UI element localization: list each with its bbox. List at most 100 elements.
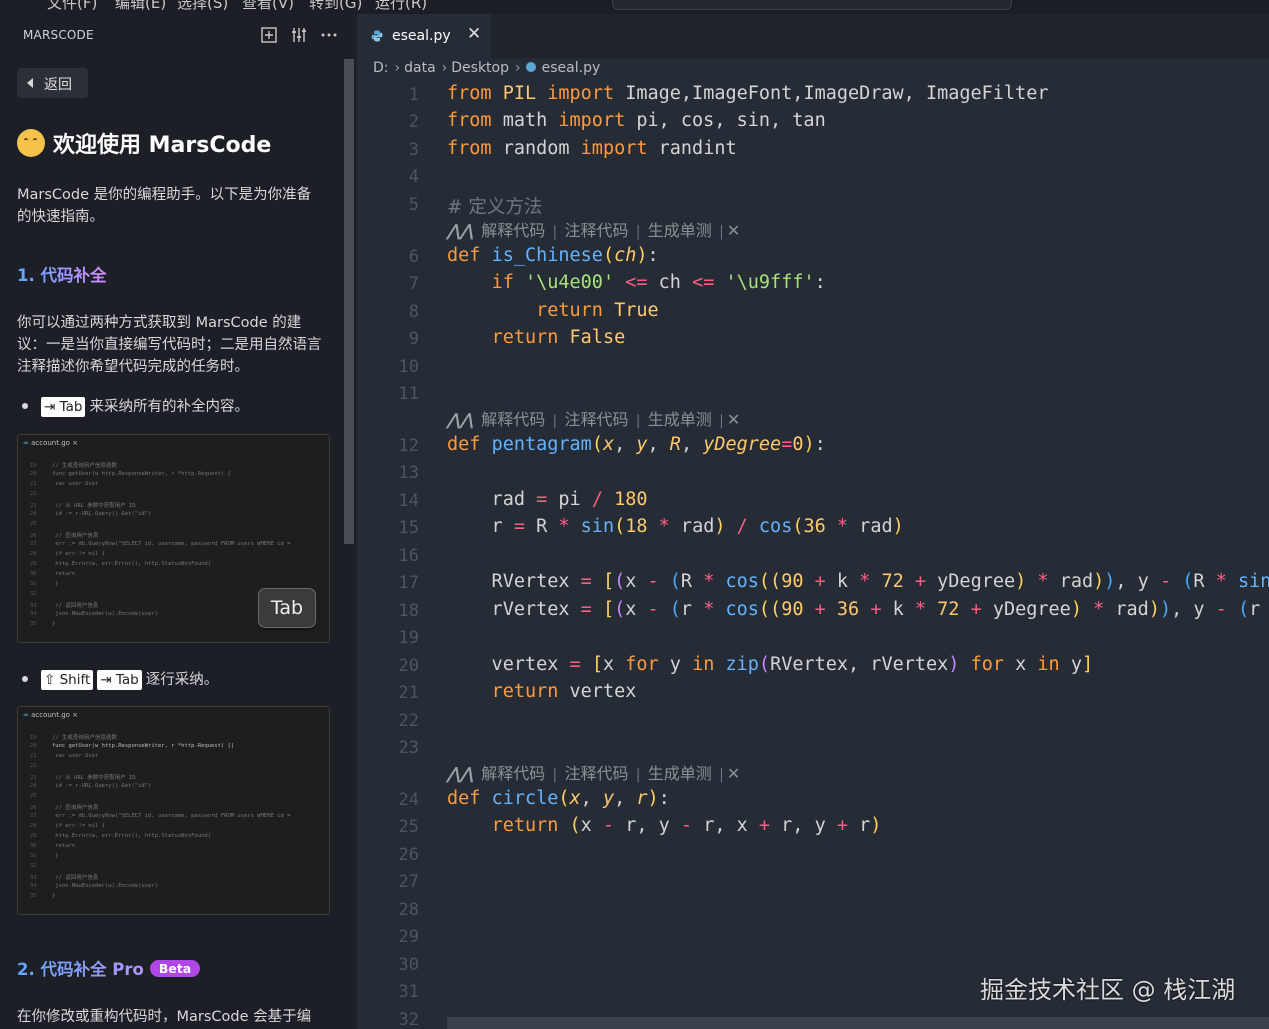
code-line: rVertex = [(x - (r * cos((90 + 36 + k * … (447, 599, 1261, 620)
menu-go[interactable]: 转到(G) (309, 0, 362, 13)
breadcrumb: D: › data › Desktop › eseal.py (373, 60, 602, 80)
line-number: 16 (398, 546, 419, 566)
line-number: 9 (408, 329, 419, 349)
command-center[interactable] (612, 0, 1012, 10)
sidebar-scrollbar-thumb[interactable] (344, 59, 354, 544)
menu-select[interactable]: 选择(S) (177, 0, 228, 13)
menu-file[interactable]: 文件(F) (47, 0, 97, 13)
python-file-icon (371, 30, 383, 42)
code-area[interactable]: 1 2 3 4 5 6 7 8 9 10 11 12 13 14 15 16 1… (357, 80, 1269, 1029)
chevron-right-icon: › (441, 60, 448, 76)
close-icon[interactable]: ✕ (727, 766, 740, 783)
line-number: 11 (398, 384, 419, 404)
sidebar-title: MARSCODE (23, 28, 94, 42)
code-line: vertex = [x for y in zip(RVertex, rVerte… (447, 654, 1094, 675)
line-number: 27 (398, 872, 419, 892)
codelens-explain[interactable]: 解释代码 (481, 766, 545, 783)
codelens-test[interactable]: 生成单测 (648, 412, 712, 429)
chevron-right-icon: › (394, 60, 401, 76)
tip-accept-all-text: 来采纳所有的补全内容。 (89, 399, 249, 415)
close-icon[interactable]: ✕ (467, 24, 481, 44)
codelens-comment[interactable]: 注释代码 (564, 412, 628, 429)
marscode-logo-icon: ⋀⋀ (447, 766, 474, 783)
hugging-face-emoji-icon (17, 129, 45, 157)
code-line: rad = pi / 180 (447, 489, 648, 510)
codelens-comment[interactable]: 注释代码 (564, 766, 628, 783)
line-number: 19 (398, 628, 419, 648)
go-file-icon: ∞ (23, 439, 29, 447)
line-number: 4 (408, 167, 419, 187)
breadcrumb-folder-data[interactable]: data (404, 60, 436, 76)
breadcrumb-drive[interactable]: D: (373, 60, 389, 76)
tab-eseal-py[interactable]: eseal.py ✕ (357, 14, 491, 58)
line-number: 21 (398, 683, 419, 703)
line-number: 20 (398, 656, 419, 676)
go-file-icon: ∞ (23, 711, 29, 719)
tip-accept-all: ⇥ Tab 来采纳所有的补全内容。 (41, 395, 249, 417)
tip-accept-line: ⇧ Shift ⇥ Tab 逐行采纳。 (41, 668, 218, 690)
shift-key: ⇧ Shift (41, 670, 94, 690)
code-line: # 定义方法 (447, 197, 543, 218)
code-line: from random import randint (447, 138, 737, 159)
code-line: RVertex = [(x - (R * cos((90 + k * 72 + … (447, 571, 1269, 592)
close-icon[interactable]: ✕ (727, 412, 740, 429)
codelens: ⋀⋀ 解释代码 | 注释代码 | 生成单测 | ✕ (447, 412, 741, 429)
section-code-completion-text: 你可以通过两种方式获取到 MarsCode 的建议：一是当你直接编写代码时；二是… (17, 315, 322, 375)
line-number: 6 (408, 247, 419, 267)
menu-run[interactable]: 运行(R) (375, 0, 427, 13)
horizontal-scrollbar[interactable] (447, 1017, 1269, 1029)
preview-image-accept-all: ∞ account.go × 19// 生成查询用户信息函数 20 func ge… (17, 434, 330, 643)
code-line: from math import pi, cos, sin, tan (447, 110, 826, 131)
code-line: def circle(x, y, r): (447, 788, 670, 809)
code-line: return False (491, 327, 626, 348)
breadcrumb-file[interactable]: eseal.py (542, 60, 601, 76)
sidebar-scrollbar[interactable] (343, 14, 355, 1029)
codelens-comment[interactable]: 注释代码 (564, 223, 628, 240)
menu-bar: 文件(F) 编辑(E) 选择(S) 查看(V) 转到(G) 运行(R) (0, 0, 1269, 14)
line-number: 24 (398, 790, 419, 810)
marscode-logo-icon: ⋀⋀ (447, 223, 474, 240)
back-arrow-icon (27, 78, 33, 88)
codelens: ⋀⋀ 解释代码 | 注释代码 | 生成单测 | ✕ (447, 766, 741, 783)
bullet (22, 676, 28, 682)
tab-key-badge: Tab (258, 588, 316, 628)
intro-text: MarsCode 是你的编程助手。以下是为你准备的快速指南。 (17, 187, 312, 225)
section-code-completion-title: 1. 代码补全 (17, 262, 107, 286)
codelens-explain[interactable]: 解释代码 (481, 412, 545, 429)
settings-sliders-icon[interactable] (289, 25, 309, 45)
line-number: 29 (398, 927, 419, 947)
back-button[interactable]: 返回 (17, 68, 88, 98)
line-number: 1 (408, 85, 419, 105)
tab-key: ⇥ Tab (41, 397, 86, 417)
tab-key: ⇥ Tab (97, 670, 142, 690)
line-number: 23 (398, 738, 419, 758)
code-line: return vertex (491, 681, 637, 702)
preview-image-accept-line: ∞ account.go × 19// 生成查询用户信息函数 20 func ge… (17, 706, 330, 915)
code-line: return True (536, 300, 659, 321)
codelens-explain[interactable]: 解释代码 (481, 223, 545, 240)
line-number: 32 (398, 1010, 419, 1029)
codelens-test[interactable]: 生成单测 (648, 223, 712, 240)
codelens-test[interactable]: 生成单测 (648, 766, 712, 783)
line-number: 22 (398, 711, 419, 731)
menu-edit[interactable]: 编辑(E) (115, 0, 166, 13)
code-line: r = R * sin(18 * rad) / cos(36 * rad) (447, 516, 904, 537)
line-number: 25 (398, 817, 419, 837)
new-chat-icon[interactable] (259, 25, 279, 45)
menu-view[interactable]: 查看(V) (242, 0, 294, 13)
back-label: 返回 (44, 77, 72, 93)
line-number: 13 (398, 463, 419, 483)
line-number: 30 (398, 955, 419, 975)
code-line: def pentagram(x, y, R, yDegree=0): (447, 434, 826, 455)
watermark: 掘金技术社区 @ 栈江湖 (980, 976, 1236, 1004)
line-number: 7 (408, 274, 419, 294)
marscode-logo-icon: ⋀⋀ (447, 412, 474, 429)
close-icon[interactable]: ✕ (727, 223, 740, 240)
section-code-completion-pro-title: 2. 代码补全 Pro Beta (17, 956, 201, 980)
breadcrumb-folder-desktop[interactable]: Desktop (451, 60, 509, 76)
line-number: 26 (398, 845, 419, 865)
line-number: 2 (408, 112, 419, 132)
line-number: 15 (398, 518, 419, 538)
more-icon[interactable] (319, 25, 339, 45)
preview-tab: ∞ account.go × (23, 439, 79, 447)
